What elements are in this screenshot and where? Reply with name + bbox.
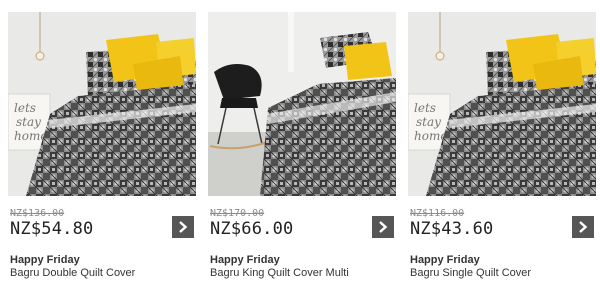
promo-label: Happy Friday bbox=[410, 254, 480, 266]
promo-label: Happy Friday bbox=[10, 254, 80, 266]
product-name[interactable]: Bagru Single Quilt Cover bbox=[410, 267, 531, 279]
original-price: NZ$116.00 bbox=[410, 208, 465, 219]
promo-label: Happy Friday bbox=[210, 254, 280, 266]
product-image[interactable] bbox=[208, 12, 396, 196]
product-photo: lets stay home bbox=[408, 12, 596, 196]
sale-price: NZ$54.80 bbox=[10, 219, 94, 239]
product-image[interactable]: lets stay home bbox=[8, 12, 196, 196]
chevron-right-icon bbox=[379, 221, 388, 233]
product-card: NZ$170.00 NZ$66.00 Happy Friday Bagru Ki… bbox=[208, 0, 396, 288]
art-text-1: lets bbox=[414, 101, 436, 115]
view-product-button[interactable] bbox=[372, 216, 394, 238]
art-text-2: stay bbox=[416, 115, 441, 129]
sale-price: NZ$66.00 bbox=[210, 219, 294, 239]
product-photo bbox=[208, 12, 396, 196]
chevron-right-icon bbox=[579, 221, 588, 233]
product-name[interactable]: Bagru Double Quilt Cover bbox=[10, 267, 135, 279]
product-card: lets stay home NZ$116.00 NZ$43.60 Happy … bbox=[408, 0, 596, 288]
view-product-button[interactable] bbox=[572, 216, 594, 238]
product-photo: lets stay home bbox=[8, 12, 196, 196]
original-price: NZ$170.00 bbox=[210, 208, 265, 219]
art-text-1: lets bbox=[14, 101, 36, 115]
chevron-right-icon bbox=[179, 221, 188, 233]
sale-price: NZ$43.60 bbox=[410, 219, 494, 239]
product-card: lets stay home NZ$136.00 NZ$54.80 Happy … bbox=[8, 0, 196, 288]
view-product-button[interactable] bbox=[172, 216, 194, 238]
product-name[interactable]: Bagru King Quilt Cover Multi bbox=[210, 267, 349, 279]
product-image[interactable]: lets stay home bbox=[408, 12, 596, 196]
art-text-2: stay bbox=[16, 115, 41, 129]
original-price: NZ$136.00 bbox=[10, 208, 65, 219]
